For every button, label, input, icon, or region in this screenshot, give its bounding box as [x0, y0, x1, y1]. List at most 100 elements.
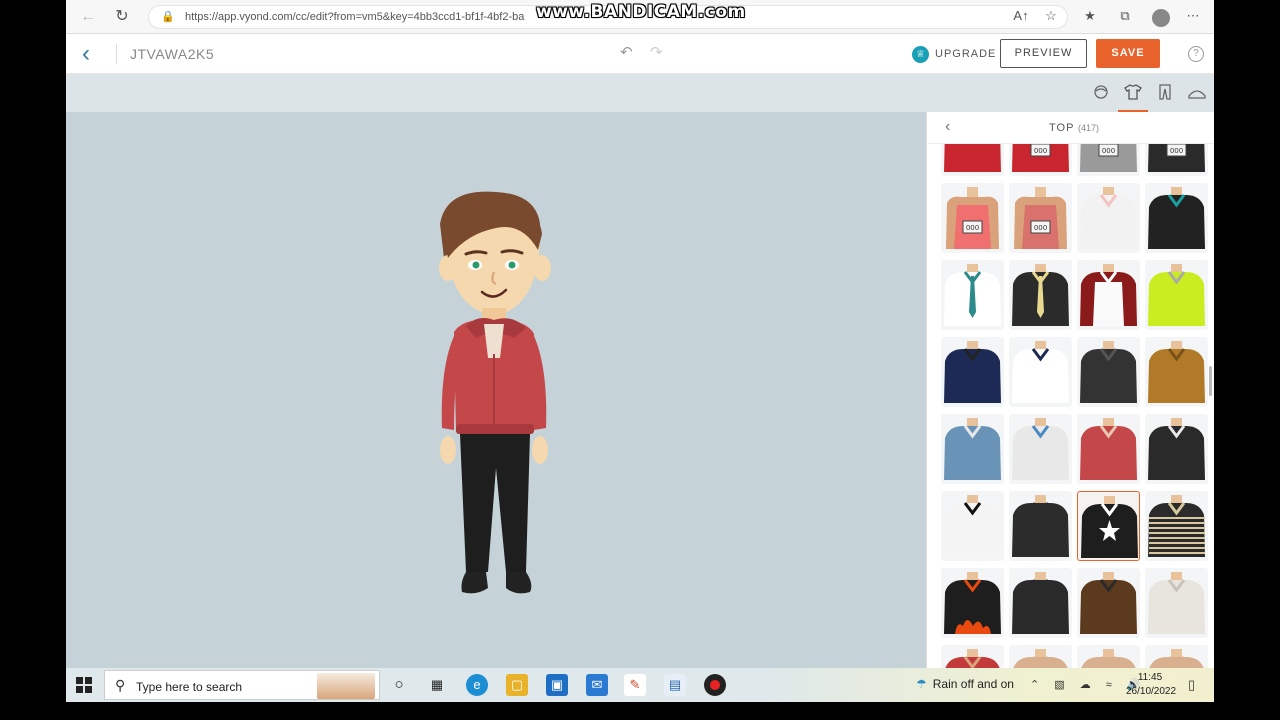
undo-icon[interactable]: ↶: [620, 43, 633, 61]
clothing-tile[interactable]: [1077, 183, 1140, 253]
clothing-tile[interactable]: [941, 337, 1004, 407]
clothing-tile[interactable]: [1145, 568, 1208, 638]
clothing-tile[interactable]: [941, 645, 1004, 668]
windows-start-icon[interactable]: [76, 677, 92, 693]
file-explorer-icon[interactable]: ▢: [506, 674, 528, 696]
app-header: ‹ JTVAWA2K5 ↶ ↷ ♕ UPGRADE PREVIEW SAVE ?: [66, 34, 1214, 74]
back-arrow-icon[interactable]: ‹: [82, 40, 90, 68]
clothing-tile[interactable]: [1077, 414, 1140, 484]
clothing-tile[interactable]: 000: [1009, 183, 1072, 253]
record-icon[interactable]: [704, 674, 726, 696]
clothing-tile[interactable]: 000: [941, 183, 1004, 253]
tab-head[interactable]: [1086, 80, 1116, 112]
mail-icon[interactable]: ✉: [586, 674, 608, 696]
lock-icon[interactable]: 🔒: [161, 10, 175, 23]
notifications-icon[interactable]: ▯: [1188, 677, 1195, 693]
search-placeholder: Type here to search: [136, 680, 243, 694]
weather-widget[interactable]: ☂ Rain off and on: [916, 677, 1014, 691]
clothing-thumbnail: [1081, 496, 1138, 558]
clothing-tile[interactable]: [941, 260, 1004, 330]
clothing-thumbnail: [1081, 649, 1136, 668]
pants-icon: [1159, 84, 1171, 100]
tab-shoes[interactable]: [1182, 80, 1212, 112]
search-highlight-image: [317, 673, 375, 699]
clothing-tile[interactable]: [941, 491, 1004, 561]
clothing-thumbnail: [1012, 495, 1069, 557]
back-icon[interactable]: ←: [78, 7, 98, 27]
clothing-thumbnail: [1080, 187, 1137, 249]
taskbar-clock[interactable]: 11:45 26/10/2022: [1126, 671, 1177, 699]
panel-scrollbar[interactable]: [1209, 366, 1212, 396]
clothing-tile[interactable]: [1009, 568, 1072, 638]
clothing-thumbnail: [1148, 495, 1205, 557]
panel-header: ‹ TOP (417): [927, 112, 1214, 144]
clothing-tile[interactable]: [1009, 337, 1072, 407]
clothing-thumbnail: [1080, 418, 1137, 480]
svg-text:000: 000: [1034, 147, 1047, 155]
clothing-tile[interactable]: [1145, 645, 1208, 668]
clothing-tile[interactable]: [1077, 491, 1140, 561]
weather-text: Rain off and on: [932, 677, 1014, 691]
panel-count: (417): [1078, 123, 1100, 133]
clothing-thumbnail: [1012, 341, 1069, 403]
clothing-tile[interactable]: [1009, 414, 1072, 484]
upgrade-button[interactable]: ♕ UPGRADE: [912, 45, 996, 63]
svg-text:000: 000: [1102, 147, 1115, 155]
clothing-thumbnail: 000: [1014, 187, 1067, 249]
clothing-thumbnail: [1148, 572, 1205, 634]
clothing-tile[interactable]: [1145, 337, 1208, 407]
clothing-tile[interactable]: [1077, 568, 1140, 638]
clothing-tile[interactable]: [941, 414, 1004, 484]
edge-icon[interactable]: e: [466, 674, 488, 696]
clothing-thumbnail: [944, 418, 1001, 480]
clothing-tile[interactable]: [1077, 260, 1140, 330]
profile-icon[interactable]: [1152, 9, 1170, 27]
clothing-tile[interactable]: [941, 568, 1004, 638]
clothing-tile[interactable]: [1009, 491, 1072, 561]
preview-button[interactable]: PREVIEW: [1000, 39, 1087, 68]
task-view-icon[interactable]: ▦: [426, 674, 448, 696]
clothing-tile[interactable]: [1145, 491, 1208, 561]
clothing-thumbnail: [1013, 649, 1068, 668]
help-icon[interactable]: ?: [1188, 46, 1204, 62]
clothing-thumbnail: [944, 572, 1001, 634]
panel-back-icon[interactable]: ‹: [945, 118, 950, 136]
tab-bottom[interactable]: [1150, 80, 1180, 112]
cortana-icon[interactable]: ○: [388, 674, 410, 696]
paint-icon[interactable]: ✎: [624, 674, 646, 696]
clothing-tile[interactable]: [1145, 183, 1208, 253]
clothing-tile[interactable]: [1077, 337, 1140, 407]
shoe-icon: [1188, 90, 1206, 99]
project-title[interactable]: JTVAWA2K5: [130, 46, 214, 62]
clothing-thumbnail: [1080, 264, 1137, 326]
bandicam-watermark: www.BANDICAM.com: [536, 2, 746, 22]
clothing-thumbnail: [1148, 418, 1205, 480]
collections-icon[interactable]: ⧉: [1116, 8, 1134, 24]
canvas-stage[interactable]: [66, 112, 926, 668]
windows-taskbar: ⚲ Type here to search ○ ▦ e ▢ ▣ ✉ ✎ ▤ ☂ …: [66, 668, 1214, 702]
notepad-icon[interactable]: ▤: [664, 674, 686, 696]
clock-date: 26/10/2022: [1126, 686, 1177, 697]
store-icon[interactable]: ▣: [546, 674, 568, 696]
clothing-thumbnail: [944, 264, 1001, 326]
favorite-icon[interactable]: ☆: [1042, 8, 1060, 24]
read-aloud-icon[interactable]: A↑: [1012, 8, 1030, 23]
character-figure[interactable]: [426, 188, 566, 618]
head-icon: [1094, 85, 1108, 99]
clothing-tile[interactable]: [1009, 645, 1072, 668]
taskbar-search[interactable]: ⚲ Type here to search: [104, 670, 380, 700]
clothing-tile[interactable]: [1145, 260, 1208, 330]
url-text[interactable]: https://app.vyond.com/cc/edit?from=vm5&k…: [185, 11, 524, 23]
clothing-tile[interactable]: [1009, 260, 1072, 330]
clothing-thumbnail: [1148, 187, 1205, 249]
favorites-icon[interactable]: ★: [1081, 8, 1099, 24]
clothing-tile[interactable]: [1145, 414, 1208, 484]
refresh-icon[interactable]: ↻: [112, 7, 132, 27]
category-toolbar: [66, 74, 1214, 112]
tab-top[interactable]: [1118, 80, 1148, 112]
svg-text:000: 000: [966, 224, 979, 232]
save-button[interactable]: SAVE: [1096, 39, 1160, 68]
more-icon[interactable]: ⋯: [1184, 8, 1202, 24]
redo-icon[interactable]: ↷: [650, 43, 663, 61]
clothing-tile[interactable]: [1077, 645, 1140, 668]
